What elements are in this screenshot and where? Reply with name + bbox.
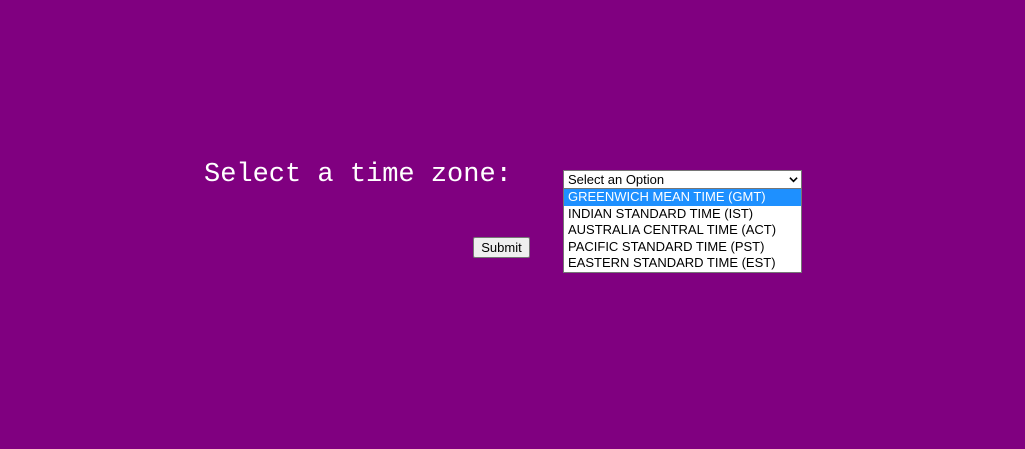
- page: Select a time zone: Select an Option GRE…: [0, 0, 1025, 449]
- select-value: Select an Option: [568, 172, 665, 187]
- time-zone-select[interactable]: Select an Option: [563, 170, 802, 189]
- submit-button[interactable]: Submit: [473, 237, 530, 258]
- option-act[interactable]: AUSTRALIA CENTRAL TIME (ACT): [564, 222, 801, 239]
- option-ist[interactable]: INDIAN STANDARD TIME (IST): [564, 206, 801, 223]
- time-zone-label: Select a time zone:: [204, 160, 512, 190]
- option-pst[interactable]: PACIFIC STANDARD TIME (PST): [564, 239, 801, 256]
- option-est[interactable]: EASTERN STANDARD TIME (EST): [564, 255, 801, 272]
- option-gmt[interactable]: GREENWICH MEAN TIME (GMT): [564, 189, 801, 206]
- chevron-down-icon: [789, 177, 798, 183]
- time-zone-dropdown-list: GREENWICH MEAN TIME (GMT) INDIAN STANDAR…: [563, 188, 802, 273]
